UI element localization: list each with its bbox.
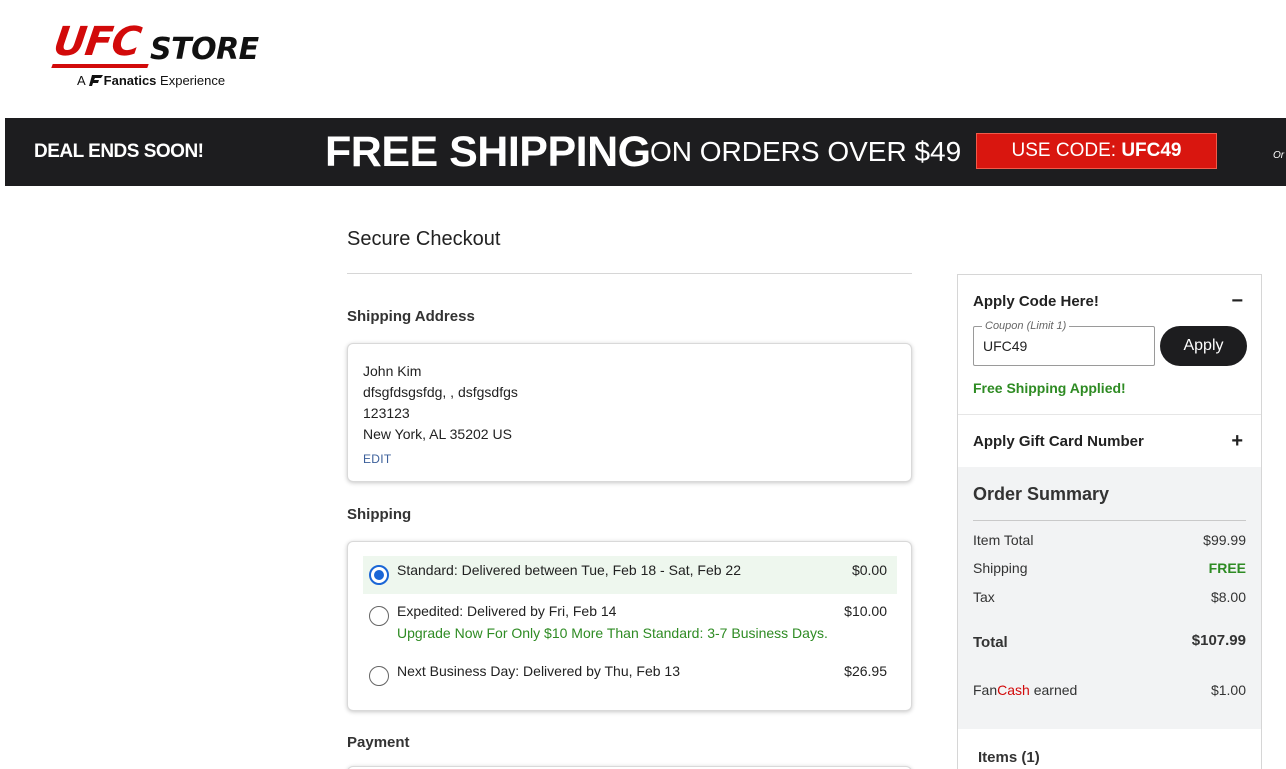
address-line1: dfsgfdsgsfdg, , dsfgsdfgs xyxy=(363,384,518,400)
shipping-address-card: John Kim dfsgfdsgsfdg, , dsfgsdfgs 12312… xyxy=(347,343,912,482)
order-sidebar: Apply Code Here! − Coupon (Limit 1) Appl… xyxy=(957,274,1262,769)
fancash-value: $1.00 xyxy=(1210,682,1246,698)
shipping-option-label: Standard: Delivered between Tue, Feb 18 … xyxy=(397,562,741,578)
shipping-upgrade-note: Upgrade Now For Only $10 More Than Stand… xyxy=(397,625,828,641)
address-name: John Kim xyxy=(363,363,422,379)
edit-address-link[interactable]: EDIT xyxy=(363,452,392,466)
logo-suffix: Experience xyxy=(160,73,226,88)
promo-headline: FREE SHIPPING xyxy=(325,128,651,176)
address-city-line: New York, AL 35202 US xyxy=(363,426,512,442)
logo-store-text: STORE xyxy=(150,32,259,67)
fancash-fan: Fan xyxy=(973,682,998,698)
fanatics-flag-icon xyxy=(88,75,103,86)
promo-code-value: UFC49 xyxy=(1121,140,1182,161)
item-total-value: $99.99 xyxy=(1203,532,1246,548)
shipping-address-heading: Shipping Address xyxy=(347,308,475,325)
shipping-option-price: $0.00 xyxy=(851,562,887,578)
radio-checked-icon[interactable] xyxy=(369,565,389,585)
coupon-legend: Coupon (Limit 1) xyxy=(982,319,1070,333)
total-label: Total xyxy=(973,634,1008,651)
fancash-label: FanCash earned xyxy=(973,682,1077,699)
shipping-heading: Shipping xyxy=(347,506,412,523)
promo-code-prefix: USE CODE: xyxy=(1011,140,1117,161)
shipping-option-expedited[interactable]: Expedited: Delivered by Fri, Feb 14 $10.… xyxy=(363,598,897,648)
order-summary-title: Order Summary xyxy=(973,484,1110,504)
promo-code-badge: USE CODE: UFC49 xyxy=(976,133,1217,169)
tax-label: Tax xyxy=(973,589,995,605)
fancash-cash: Cash xyxy=(997,682,1030,698)
coupon-success-message: Free Shipping Applied! xyxy=(973,380,1126,396)
ufc-store-logo[interactable]: UFC STORE A Fanatics Experience xyxy=(50,19,262,92)
gift-card-heading[interactable]: Apply Gift Card Number xyxy=(973,433,1144,451)
total-value: $107.99 xyxy=(1191,632,1246,649)
apply-code-heading: Apply Code Here! xyxy=(973,293,1099,310)
shipping-option-next-day[interactable]: Next Business Day: Delivered by Thu, Feb… xyxy=(363,658,897,696)
shipping-options-card: Standard: Delivered between Tue, Feb 18 … xyxy=(347,541,912,711)
radio-unchecked-icon[interactable] xyxy=(369,666,389,686)
coupon-input[interactable] xyxy=(983,338,1143,354)
plus-icon[interactable]: + xyxy=(1231,431,1243,451)
shipping-option-price: $26.95 xyxy=(844,663,887,679)
items-title: Items (1) xyxy=(978,749,1040,766)
coupon-field[interactable]: Coupon (Limit 1) xyxy=(973,319,1155,366)
apply-coupon-button[interactable]: Apply xyxy=(1160,326,1247,366)
promo-overflow-text: Or xyxy=(1273,150,1285,161)
item-total-label: Item Total xyxy=(973,532,1034,548)
promo-subline: ON ORDERS OVER $49 xyxy=(650,136,962,167)
logo-partner: Fanatics xyxy=(103,73,157,88)
shipping-cost-label: Shipping xyxy=(973,560,1028,576)
logo-ufc-text: UFC xyxy=(50,19,144,65)
sidebar-divider xyxy=(958,414,1261,415)
summary-divider xyxy=(973,520,1246,521)
page-title: Secure Checkout xyxy=(347,228,501,250)
address-line2: 123123 xyxy=(363,405,410,421)
title-divider xyxy=(347,273,912,274)
shipping-option-label: Next Business Day: Delivered by Thu, Feb… xyxy=(397,663,680,679)
shipping-option-standard[interactable]: Standard: Delivered between Tue, Feb 18 … xyxy=(363,556,897,594)
items-section[interactable]: Items (1) xyxy=(958,729,1261,769)
minus-icon[interactable]: − xyxy=(1231,291,1243,311)
logo-prefix: A xyxy=(77,73,86,88)
logo-tagline: A Fanatics Experience xyxy=(77,73,225,89)
shipping-option-label: Expedited: Delivered by Fri, Feb 14 xyxy=(397,603,617,619)
fancash-earned: earned xyxy=(1033,682,1078,698)
promo-deal-text: DEAL ENDS SOON! xyxy=(34,141,204,162)
payment-heading: Payment xyxy=(347,734,410,751)
logo-underline xyxy=(51,64,149,68)
order-summary: Order Summary Item Total $99.99 Shipping… xyxy=(958,467,1261,769)
promo-banner[interactable]: DEAL ENDS SOON! FREE SHIPPING ON ORDERS … xyxy=(5,118,1286,186)
radio-unchecked-icon[interactable] xyxy=(369,606,389,626)
shipping-cost-value: FREE xyxy=(1208,560,1246,576)
shipping-option-price: $10.00 xyxy=(844,603,887,619)
tax-value: $8.00 xyxy=(1210,589,1246,605)
